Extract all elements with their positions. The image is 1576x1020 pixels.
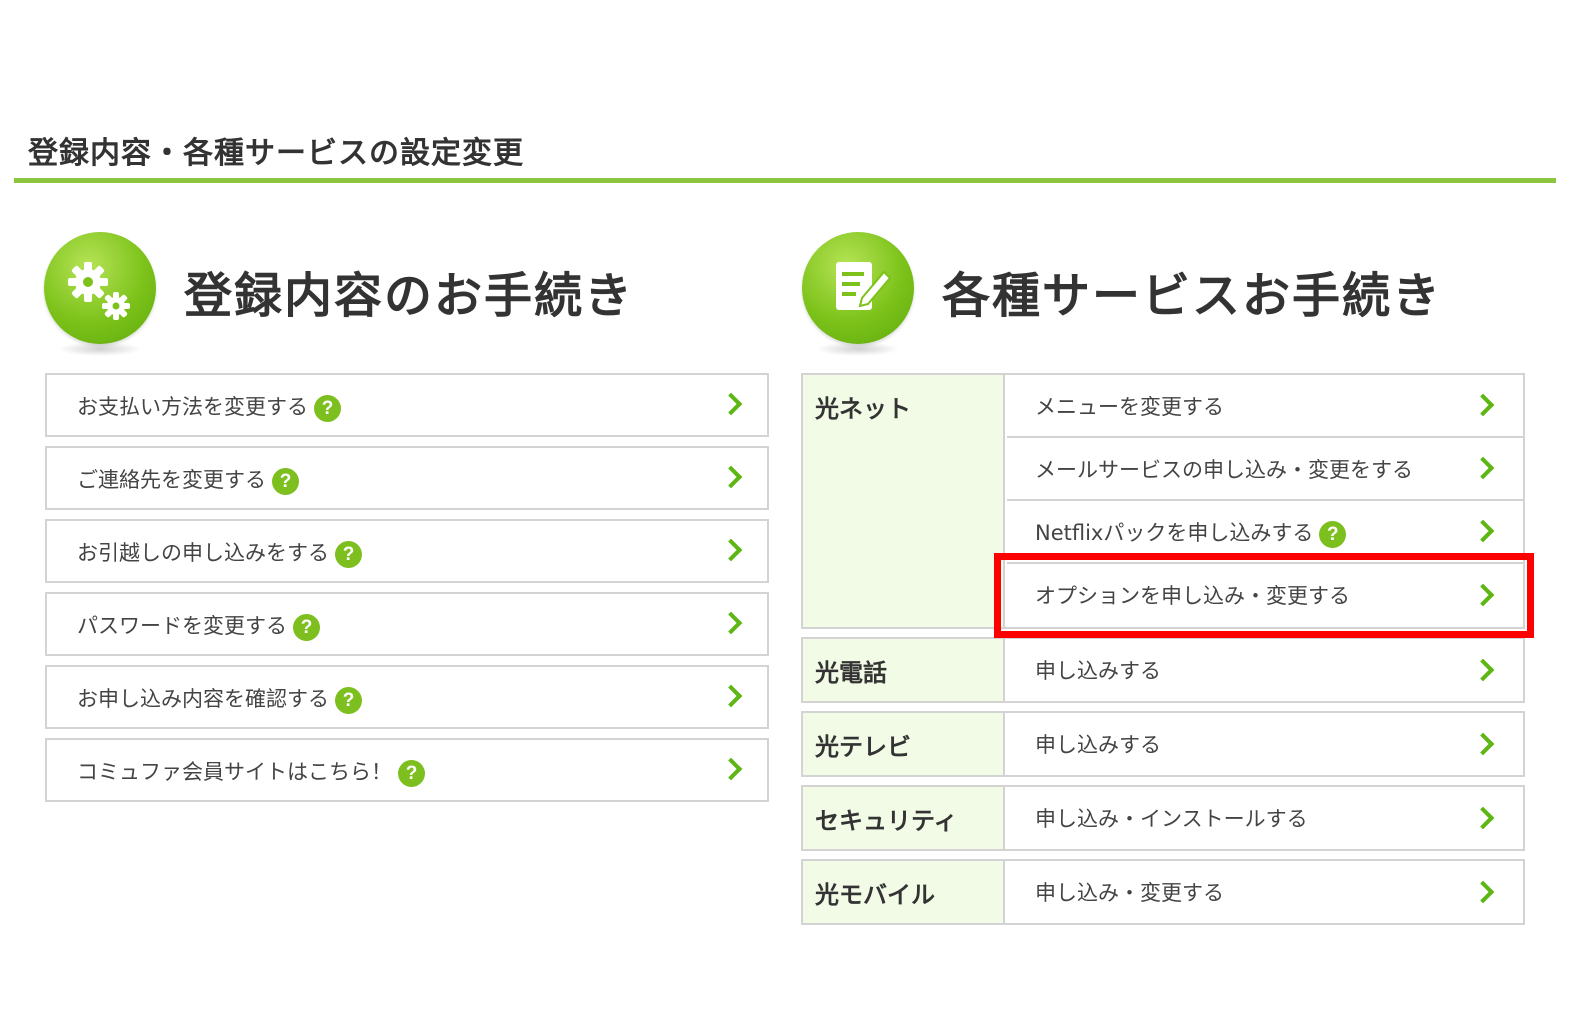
- help-icon[interactable]: ?: [272, 467, 299, 495]
- page-title: 登録内容・各種サービスの設定変更: [28, 136, 524, 171]
- chevron-right-icon: [1471, 393, 1495, 416]
- tv-apply-link[interactable]: 申し込みする: [1007, 713, 1523, 776]
- help-icon[interactable]: ?: [1319, 520, 1347, 548]
- service-category: 光電話: [803, 639, 1005, 701]
- member-site-link[interactable]: コミュファ会員サイトはこちら！?: [45, 738, 769, 802]
- registration-section-header: 登録内容のお手続き: [44, 228, 744, 358]
- services-section-header: 各種サービスお手続き: [802, 228, 1522, 358]
- confirm-application-link[interactable]: お申し込み内容を確認する?: [45, 665, 769, 729]
- help-icon[interactable]: ?: [293, 613, 320, 641]
- registration-menu-list: お支払い方法を変更する? ご連絡先を変更する? お引越しの申し込みをする? パス…: [45, 373, 769, 811]
- chevron-right-icon: [719, 757, 743, 781]
- service-group-security: セキュリティ 申し込み・インストールする: [801, 785, 1525, 851]
- security-install-link[interactable]: 申し込み・インストールする: [1007, 787, 1523, 850]
- chevron-right-icon: [1471, 519, 1495, 542]
- registration-section-title: 登録内容のお手続き: [184, 268, 635, 324]
- service-category: 光ネット: [803, 375, 1005, 627]
- help-icon[interactable]: ?: [314, 394, 341, 422]
- help-icon[interactable]: ?: [398, 759, 425, 787]
- chevron-right-icon: [719, 392, 743, 416]
- help-icon[interactable]: ?: [335, 540, 362, 568]
- service-group-hikari-net: 光ネット メニューを変更する メールサービスの申し込み・変更をする Netfli…: [801, 373, 1525, 629]
- chevron-right-icon: [1471, 583, 1495, 606]
- gears-icon: [44, 232, 156, 344]
- service-group-hikari-tv: 光テレビ 申し込みする: [801, 711, 1525, 777]
- netflix-pack-link[interactable]: Netflixパックを申し込みする?: [1007, 501, 1523, 564]
- service-group-hikari-phone: 光電話 申し込みする: [801, 637, 1525, 703]
- change-password-link[interactable]: パスワードを変更する?: [45, 592, 769, 656]
- chevron-right-icon: [719, 684, 743, 708]
- change-menu-link[interactable]: メニューを変更する: [1007, 375, 1523, 438]
- change-contact-link[interactable]: ご連絡先を変更する?: [45, 446, 769, 510]
- chevron-right-icon: [1471, 456, 1495, 479]
- services-section-title: 各種サービスお手続き: [942, 268, 1443, 324]
- chevron-right-icon: [1471, 880, 1495, 903]
- mail-service-link[interactable]: メールサービスの申し込み・変更をする: [1007, 438, 1523, 501]
- service-category: 光モバイル: [803, 861, 1005, 923]
- chevron-right-icon: [719, 465, 743, 489]
- title-divider: [14, 178, 1556, 183]
- service-category: セキュリティ: [803, 787, 1005, 849]
- service-category: 光テレビ: [803, 713, 1005, 775]
- service-group-hikari-mobile: 光モバイル 申し込み・変更する: [801, 859, 1525, 925]
- chevron-right-icon: [719, 538, 743, 562]
- edit-document-icon: [802, 232, 914, 344]
- chevron-right-icon: [1471, 732, 1495, 755]
- phone-apply-link[interactable]: 申し込みする: [1007, 639, 1523, 702]
- chevron-right-icon: [1471, 658, 1495, 681]
- option-application-link[interactable]: オプションを申し込み・変更する: [1007, 564, 1523, 627]
- chevron-right-icon: [1471, 806, 1495, 829]
- mobile-apply-link[interactable]: 申し込み・変更する: [1007, 861, 1523, 924]
- moving-application-link[interactable]: お引越しの申し込みをする?: [45, 519, 769, 583]
- chevron-right-icon: [719, 611, 743, 635]
- change-payment-method-link[interactable]: お支払い方法を変更する?: [45, 373, 769, 437]
- help-icon[interactable]: ?: [335, 686, 362, 714]
